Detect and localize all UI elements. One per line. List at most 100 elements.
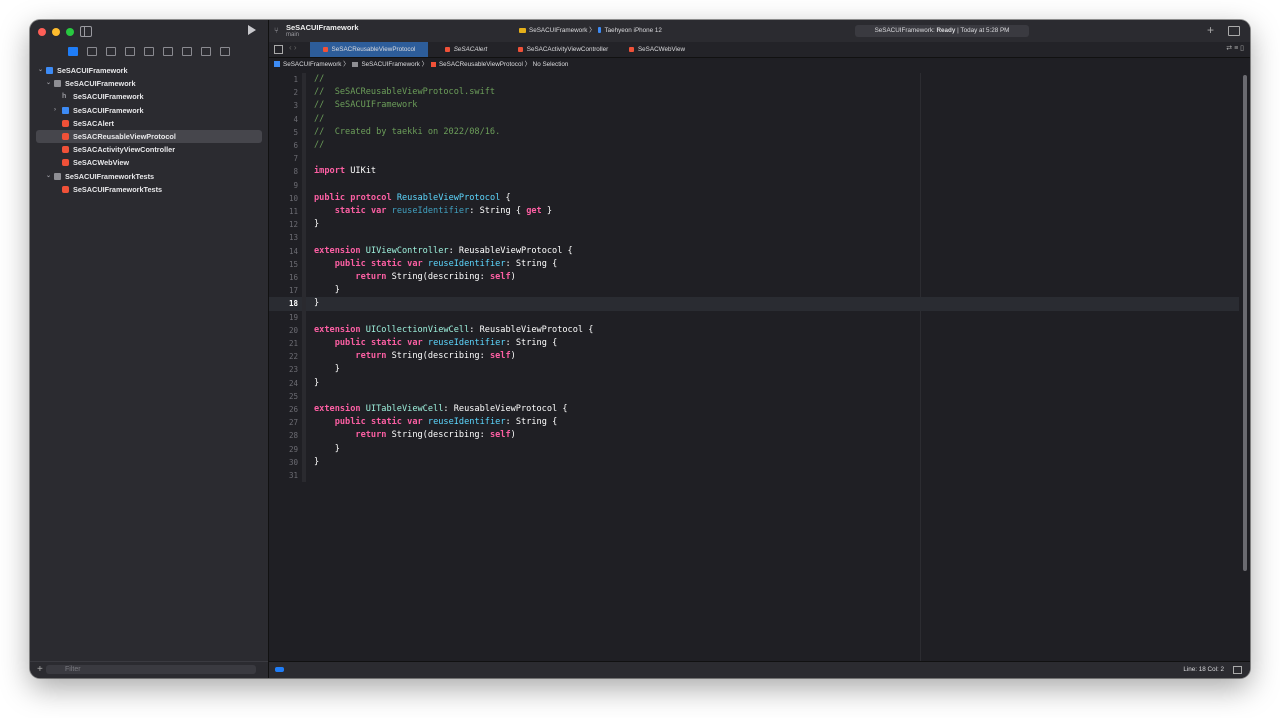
library-plus-icon[interactable]: + (1207, 23, 1214, 37)
gutter-marker[interactable] (302, 442, 306, 456)
code-line[interactable]: 15 public static var reuseIdentifier: St… (269, 257, 1239, 271)
navigator-item[interactable]: SeSACActivityViewController (30, 143, 268, 156)
minimize-window-button[interactable] (52, 28, 60, 36)
gutter-marker[interactable] (302, 125, 306, 139)
back-forward-arrows-icon[interactable]: ‹ › (289, 43, 297, 52)
code-line[interactable]: 1 // (269, 73, 1239, 87)
code-line[interactable]: 12} (269, 218, 1239, 232)
disclosure-chevron-icon[interactable]: ⌄ (46, 170, 51, 183)
code-line[interactable]: 20 extension UICollectionViewCell: Reusab… (269, 323, 1239, 337)
code-line[interactable]: 23 } (269, 363, 1239, 377)
code-line[interactable]: 21 public static var reuseIdentifier: St… (269, 337, 1239, 351)
gutter-marker[interactable] (302, 310, 306, 324)
code-line[interactable]: 27 public static var reuseIdentifier: St… (269, 416, 1239, 430)
code-line[interactable]: 9 (269, 178, 1239, 192)
project-navigator-folder-icon[interactable] (68, 47, 78, 56)
source-editor[interactable]: 1 // 2 // SeSACReusableViewProtocol.swift 3 /… (269, 73, 1250, 661)
breadcrumb-selection[interactable]: No Selection (533, 61, 569, 68)
debug-area-indicator-icon[interactable] (275, 667, 284, 672)
code-line[interactable]: 10 public protocol ReusableViewProtocol { (269, 191, 1239, 205)
navigator-item[interactable]: SeSACReusableViewProtocol (36, 129, 262, 144)
editor-tab[interactable]: SeSACReusableViewProtocol (310, 42, 428, 57)
code-line[interactable]: 13 (269, 231, 1239, 245)
gutter-marker[interactable] (302, 469, 306, 483)
code-line[interactable]: 24} (269, 376, 1239, 390)
disclosure-chevron-icon[interactable]: › (54, 104, 56, 117)
gutter-marker[interactable] (302, 297, 306, 311)
code-line[interactable]: 19 (269, 310, 1239, 324)
add-file-plus-icon[interactable]: + (37, 664, 43, 675)
gutter-marker[interactable] (302, 73, 306, 87)
code-line[interactable]: 6 // (269, 139, 1239, 153)
code-line[interactable]: 28 return String(describing: self) (269, 429, 1239, 443)
scheme-device[interactable]: Taehyeon iPhone 12 (604, 27, 661, 34)
inspector-toggle-icon[interactable] (1228, 26, 1240, 36)
code-line[interactable]: 26 extension UITableViewCell: ReusableVie… (269, 403, 1239, 417)
gutter-marker[interactable] (302, 337, 306, 351)
gutter-marker[interactable] (302, 139, 306, 153)
gutter-marker[interactable] (302, 429, 306, 443)
zoom-window-button[interactable] (66, 28, 74, 36)
code-line[interactable]: 4 // (269, 112, 1239, 126)
code-line[interactable]: 31 (269, 469, 1239, 483)
navigator-item[interactable]: SeSACAlert (30, 117, 268, 130)
sidebar-toggle-icon[interactable] (80, 26, 92, 37)
disclosure-chevron-icon[interactable]: ⌄ (46, 77, 51, 90)
gutter-marker[interactable] (302, 284, 306, 298)
run-play-icon[interactable] (248, 25, 256, 35)
editor-tab[interactable]: SeSACWebView (622, 42, 692, 57)
scheme-target[interactable]: SeSACUIFramework (529, 27, 587, 34)
gutter-marker[interactable] (302, 376, 306, 390)
code-line[interactable]: 8 import UIKit (269, 165, 1239, 179)
branch-name[interactable]: main (286, 32, 299, 38)
gutter-marker[interactable] (302, 152, 306, 166)
code-line[interactable]: 22 return String(describing: self) (269, 350, 1239, 364)
gutter-marker[interactable] (302, 271, 306, 285)
gutter-marker[interactable] (302, 231, 306, 245)
editor-tab[interactable]: SeSACActivityViewController (504, 42, 622, 57)
code-line[interactable]: 30} (269, 455, 1239, 469)
editor-tab[interactable]: SeSACAlert (428, 42, 504, 57)
navigator-item[interactable]: SeSACUIFrameworkTests (30, 183, 268, 196)
gutter-marker[interactable] (302, 178, 306, 192)
editor-options-icon[interactable]: ⇄ ≡ ▯ (1226, 44, 1244, 52)
close-window-button[interactable] (38, 28, 46, 36)
editor-scrollbar[interactable] (1243, 75, 1247, 571)
gutter-marker[interactable] (302, 455, 306, 469)
scheme-selector[interactable]: SeSACUIFramework 〉 Taehyeon iPhone 12 (519, 26, 662, 36)
gutter-marker[interactable] (302, 205, 306, 219)
code-line[interactable]: 5 // Created by taekki on 2022/08/16. (269, 125, 1239, 139)
code-line[interactable]: 25 (269, 389, 1239, 403)
gutter-marker[interactable] (302, 165, 306, 179)
gutter-marker[interactable] (302, 323, 306, 337)
navigator-item[interactable]: ⌄ SeSACUIFramework (30, 77, 268, 90)
related-items-grid-icon[interactable] (274, 45, 283, 54)
gutter-marker[interactable] (302, 191, 306, 205)
code-line[interactable]: 7 (269, 152, 1239, 166)
issue-navigator-warning-icon[interactable] (144, 47, 154, 56)
gutter-marker[interactable] (302, 244, 306, 258)
navigator-item[interactable]: ⌄ SeSACUIFrameworkTests (30, 170, 268, 183)
symbol-navigator-icon[interactable] (106, 47, 116, 56)
debug-area-toggle-icon[interactable] (1233, 666, 1242, 674)
gutter-marker[interactable] (302, 389, 306, 403)
test-navigator-diamond-icon[interactable] (163, 47, 173, 56)
report-navigator-icon[interactable] (220, 47, 230, 56)
gutter-marker[interactable] (302, 218, 306, 232)
navigator-item[interactable]: › SeSACUIFramework (30, 104, 268, 117)
code-line[interactable]: 18} (269, 297, 1239, 311)
find-navigator-search-icon[interactable] (125, 47, 135, 56)
code-line[interactable]: 3 // SeSACUIFramework (269, 99, 1239, 113)
breadcrumb-project[interactable]: SeSACUIFramework (283, 61, 341, 68)
gutter-marker[interactable] (302, 416, 306, 430)
breadcrumb-folder[interactable]: SeSACUIFramework (361, 61, 419, 68)
code-line[interactable]: 11 static var reuseIdentifier: String { … (269, 205, 1239, 219)
source-control-icon[interactable] (87, 47, 97, 56)
code-line[interactable]: 2 // SeSACReusableViewProtocol.swift (269, 86, 1239, 100)
navigator-item[interactable]: SeSACWebView (30, 156, 268, 169)
gutter-marker[interactable] (302, 350, 306, 364)
breadcrumb-file[interactable]: SeSACReusableViewProtocol (439, 61, 523, 68)
code-line[interactable]: 17 } (269, 284, 1239, 298)
navigator-item[interactable]: ⌄ SeSACUIFramework (30, 64, 268, 77)
breakpoint-navigator-icon[interactable] (201, 47, 211, 56)
